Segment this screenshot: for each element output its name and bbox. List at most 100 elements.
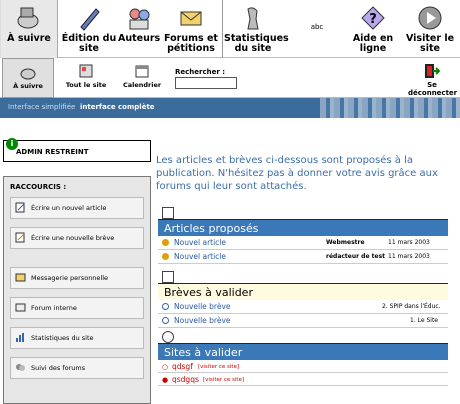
play-icon xyxy=(418,6,442,30)
nav-label: Aide en ligne xyxy=(352,33,394,54)
nav-aide[interactable]: ? Aide en ligne xyxy=(345,0,401,58)
pen-icon xyxy=(80,8,100,31)
shortcut-label: Suivi des forums xyxy=(31,364,86,372)
nav-label: Forums et pétitions xyxy=(164,33,218,54)
nav-forums[interactable]: Forums et pétitions xyxy=(162,0,220,58)
subnav-label: Tout le site xyxy=(65,81,107,89)
table-row[interactable]: Nouvel article Webmestre 11 mars 2003 xyxy=(158,236,448,250)
shortcut-label: Écrire une nouvelle brève xyxy=(31,234,115,242)
status-dot-icon xyxy=(162,239,169,246)
status-dot-icon xyxy=(162,253,169,260)
shortcut-label: Messagerie personnelle xyxy=(31,274,109,282)
site-title[interactable]: qsdgqs xyxy=(172,373,199,387)
site-bullet-icon: ○ xyxy=(162,363,169,371)
nav-statistiques[interactable]: Statistiques du site xyxy=(224,0,289,58)
article-author: Webmestre xyxy=(326,239,365,246)
main-nav: À suivre Édition du site Auteurs Forums … xyxy=(0,0,460,58)
authors-icon xyxy=(129,8,150,30)
breve-title[interactable]: Nouvelle brève xyxy=(174,300,231,314)
subnav-label: À suivre xyxy=(13,82,43,90)
table-row[interactable]: Nouvel article rédacteur de test 11 mars… xyxy=(158,250,448,264)
write-article-icon xyxy=(15,202,25,213)
interface-mode-bar: Interface simplifiée interface complète xyxy=(0,98,460,118)
envelope-icon xyxy=(15,273,26,282)
admin-status-box: i ADMIN RESTREINT xyxy=(3,138,151,162)
nav-label: Édition du site xyxy=(61,33,117,54)
site-title[interactable]: qdsgf xyxy=(172,360,193,374)
subnav-tout-le-site[interactable]: Tout le site xyxy=(60,58,112,98)
shortcuts-panel: RACCOURCIS : Écrire un nouvel article Éc… xyxy=(3,176,151,404)
write-breve-icon xyxy=(15,232,25,243)
subnav-calendrier[interactable]: Calendrier xyxy=(116,58,168,98)
help-icon: ? xyxy=(361,6,385,30)
intro-text: Les articles et brèves ci-dessous sont p… xyxy=(156,155,438,192)
nav-visiter[interactable]: Visiter le site xyxy=(402,0,458,58)
nav-language[interactable]: abc xyxy=(296,0,338,58)
sites-block: Sites à valider ○ qdsgf [visiter ce site… xyxy=(158,331,448,386)
articles-title: Articles proposés xyxy=(158,219,448,236)
separator xyxy=(222,0,223,58)
breve-title[interactable]: Nouvelle brève xyxy=(174,314,231,328)
subnav-a-suivre[interactable]: À suivre xyxy=(2,58,54,98)
shortcut-label: Forum interne xyxy=(31,304,77,312)
articles-tab-icon xyxy=(162,207,174,219)
article-author: rédacteur de test xyxy=(326,253,386,260)
messages-button[interactable]: Messagerie personnelle xyxy=(10,267,144,289)
breves-title: Brèves à valider xyxy=(158,283,448,300)
table-row[interactable]: Nouvelle brève 1. Le Site xyxy=(158,314,448,328)
admin-label: ADMIN RESTREINT xyxy=(16,148,89,156)
nav-label: Auteurs xyxy=(118,33,161,44)
mode-simple-link[interactable]: Interface simplifiée xyxy=(8,103,75,111)
decoration xyxy=(320,98,460,118)
shortcut-label: Statistiques du site xyxy=(31,334,94,342)
nav-edition[interactable]: Édition du site xyxy=(60,0,118,58)
calendar-icon xyxy=(135,65,149,78)
sidebar: i ADMIN RESTREINT RACCOURCIS : Écrire un… xyxy=(3,138,151,404)
table-row[interactable]: ○ qdsgf [visiter ce site] xyxy=(158,360,448,373)
nav-auteurs[interactable]: Auteurs xyxy=(118,0,160,58)
language-icon: abc xyxy=(310,23,324,31)
shortcut-label: Écrire un nouvel article xyxy=(31,204,107,212)
nav-label: Visiter le site xyxy=(405,33,455,54)
breves-block: Brèves à valider Nouvelle brève 2. SPIP … xyxy=(158,271,448,328)
site-bullet-icon: ● xyxy=(162,376,169,384)
breve-rubrique: 2. SPIP dans l'Éduc. xyxy=(382,303,441,310)
envelope-icon xyxy=(180,11,202,26)
article-title[interactable]: Nouvel article xyxy=(174,250,226,264)
site-icon xyxy=(79,64,93,78)
nav-label: Statistiques du site xyxy=(224,33,289,54)
suivi-forums-button[interactable]: Suivi des forums xyxy=(10,357,144,379)
stats-button[interactable]: Statistiques du site xyxy=(10,327,144,349)
logout-label: Se déconnecter xyxy=(408,81,458,97)
subnav-label: Calendrier xyxy=(122,81,162,89)
sculpture-icon xyxy=(247,7,259,30)
shortcuts-title: RACCOURCIS : xyxy=(10,183,67,191)
articles-block: Articles proposés Nouvel article Webmest… xyxy=(158,207,448,264)
bowl-icon xyxy=(20,68,36,80)
search-box: Rechercher : xyxy=(175,68,237,89)
visit-site-link[interactable]: [visiter ce site] xyxy=(198,360,239,374)
mode-full-link[interactable]: interface complète xyxy=(80,103,155,111)
logout-button[interactable]: Se déconnecter xyxy=(408,63,458,97)
forum-interne-button[interactable]: Forum interne xyxy=(10,297,144,319)
new-breve-button[interactable]: Écrire une nouvelle brève xyxy=(10,227,144,249)
nav-a-suivre[interactable]: À suivre xyxy=(0,0,58,58)
logout-icon xyxy=(425,64,441,78)
article-date: 11 mars 2003 xyxy=(388,253,430,260)
forums-icon xyxy=(16,364,25,371)
breve-icon xyxy=(162,317,169,324)
stats-icon xyxy=(16,333,24,342)
table-row[interactable]: ● qsdgqs [visiter ce site] xyxy=(158,373,448,386)
search-label: Rechercher : xyxy=(175,68,226,76)
forum-icon xyxy=(15,303,26,312)
new-article-button[interactable]: Écrire un nouvel article xyxy=(10,197,144,219)
info-icon: i xyxy=(6,138,18,150)
article-title[interactable]: Nouvel article xyxy=(174,236,226,250)
search-input[interactable] xyxy=(175,77,237,89)
table-row[interactable]: Nouvelle brève 2. SPIP dans l'Éduc. xyxy=(158,300,448,314)
nav-label: À suivre xyxy=(7,33,51,44)
visit-site-link[interactable]: [visiter ce site] xyxy=(203,373,244,387)
breves-tab-icon xyxy=(162,271,174,283)
article-date: 11 mars 2003 xyxy=(388,239,430,246)
sites-title: Sites à valider xyxy=(158,343,448,360)
